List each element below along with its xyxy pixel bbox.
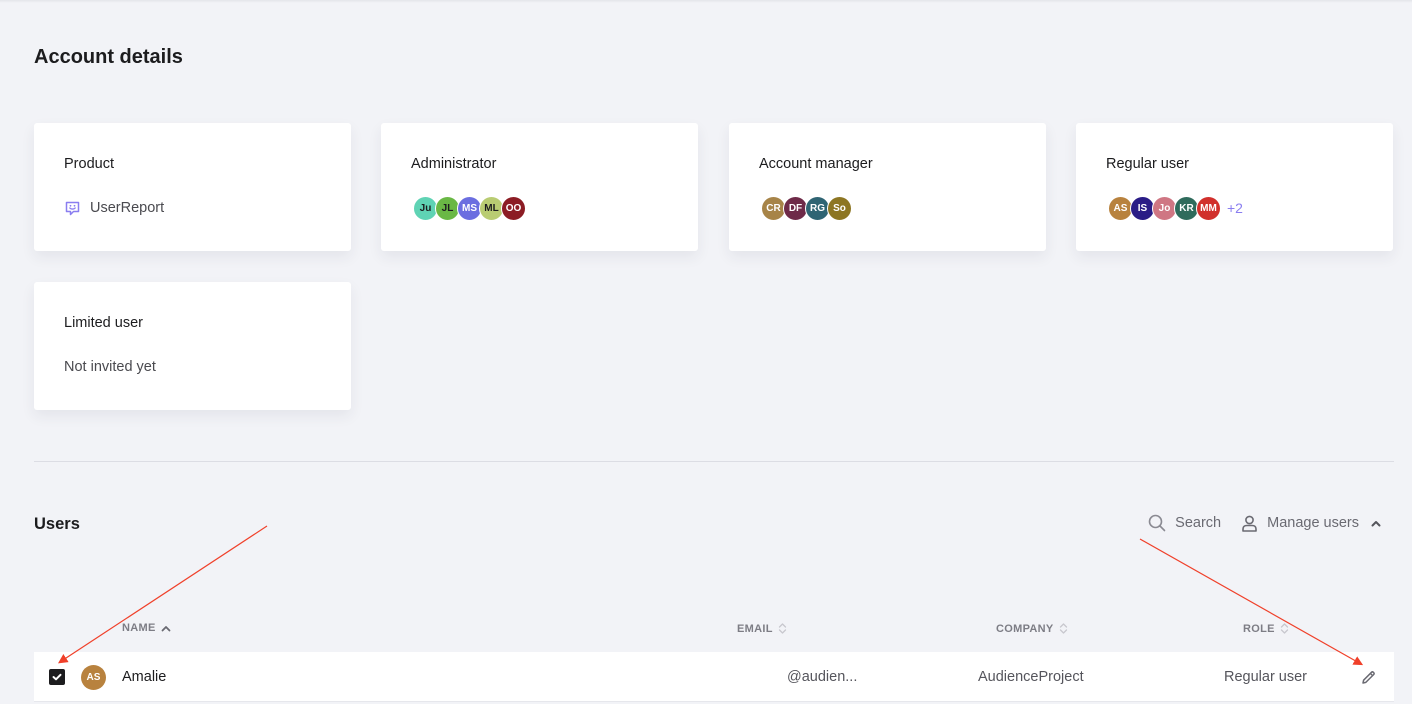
row-checkbox[interactable] (49, 669, 65, 685)
column-header-role[interactable]: ROLE (1243, 622, 1289, 635)
search-button[interactable]: Search (1148, 514, 1221, 532)
topbar-shadow (0, 0, 1412, 3)
sort-icon (1059, 623, 1067, 634)
column-role-label: ROLE (1243, 622, 1275, 635)
manage-users-button[interactable]: Manage users (1241, 515, 1390, 532)
edit-button[interactable] (1361, 652, 1376, 702)
avatar: AS (81, 664, 106, 690)
user-icon (1242, 515, 1257, 532)
search-icon (1148, 514, 1166, 532)
section-divider (34, 461, 1394, 462)
sort-icon (1280, 623, 1288, 634)
chevron-up-icon (1371, 520, 1390, 527)
card-product: Product UserReport (34, 123, 351, 251)
manage-users-label: Manage users (1267, 515, 1359, 531)
sort-ascending-icon (161, 625, 170, 631)
product-name: UserReport (90, 200, 165, 216)
avatar-stack: Ju JL MS ML OO (411, 195, 526, 221)
user-role: Regular user (1224, 669, 1308, 685)
card-limited-user: Limited user Not invited yet (34, 282, 351, 410)
card-regular-user: Regular user AS IS Jo KR MM +2 (1076, 123, 1393, 251)
table-row[interactable]: AS Amalie @audien... AudienceProject Reg… (34, 652, 1394, 702)
column-header-email[interactable]: EMAIL (737, 622, 787, 635)
avatar[interactable]: OO (501, 195, 526, 221)
card-title: Administrator (411, 156, 497, 172)
card-title: Regular user (1106, 156, 1190, 172)
column-email-label: EMAIL (737, 622, 773, 635)
product-value: UserReport (64, 195, 164, 221)
column-header-name[interactable]: NAME (122, 622, 171, 634)
users-section-title: Users (34, 515, 80, 533)
column-company-label: COMPANY (996, 622, 1054, 635)
avatar[interactable]: So (827, 195, 852, 221)
user-email: @audien... (787, 669, 858, 685)
card-account-manager: Account manager CR DF RG So (729, 123, 1046, 251)
column-name-label: NAME (122, 622, 156, 634)
user-name: Amalie (122, 669, 167, 685)
annotation-arrow-edit (1139, 538, 1364, 666)
card-administrator: Administrator Ju JL MS ML OO (381, 123, 698, 251)
avatar-stack: AS IS Jo KR MM +2 (1106, 195, 1243, 221)
limited-user-status: Not invited yet (64, 359, 156, 375)
users-table-header: NAME EMAIL COMPANY ROLE (34, 622, 1394, 642)
avatar-stack: CR DF RG So (759, 195, 852, 221)
card-title: Product (64, 156, 114, 172)
search-label: Search (1175, 515, 1222, 531)
more-users-count[interactable]: +2 (1227, 200, 1243, 216)
page-title: Account details (34, 46, 183, 68)
chat-smile-icon (64, 200, 81, 217)
sort-icon (778, 623, 786, 634)
column-header-company[interactable]: COMPANY (996, 622, 1068, 635)
user-company: AudienceProject (978, 669, 1084, 685)
avatar[interactable]: MM (1196, 195, 1221, 221)
checkmark-icon (52, 673, 62, 681)
card-title: Limited user (64, 315, 143, 331)
users-actions: Search Manage users (1148, 514, 1390, 532)
pencil-icon (1362, 670, 1375, 684)
card-title: Account manager (759, 156, 873, 172)
